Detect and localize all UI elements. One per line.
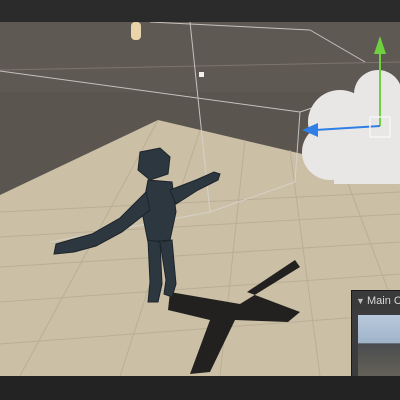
character-left-leg	[147, 239, 163, 303]
scene-canvas[interactable]	[0, 22, 400, 376]
camera-preview-image	[358, 315, 400, 376]
camera-preview-panel[interactable]: ▼ Main C	[351, 290, 400, 376]
scene-viewport[interactable]: ▼ Main C	[0, 22, 400, 376]
camera-preview-header[interactable]: ▼ Main C	[352, 291, 400, 311]
light-icon[interactable]	[131, 22, 141, 40]
scene-sky-gradient	[0, 22, 400, 92]
unity-editor-window: ▼ Main C	[0, 0, 400, 400]
triangle-down-icon[interactable]: ▼	[356, 291, 365, 311]
editor-top-bar	[0, 0, 400, 22]
editor-bottom-bar	[0, 376, 400, 400]
camera-preview-title: Main C	[367, 295, 400, 307]
frustum-handle[interactable]	[199, 72, 204, 77]
